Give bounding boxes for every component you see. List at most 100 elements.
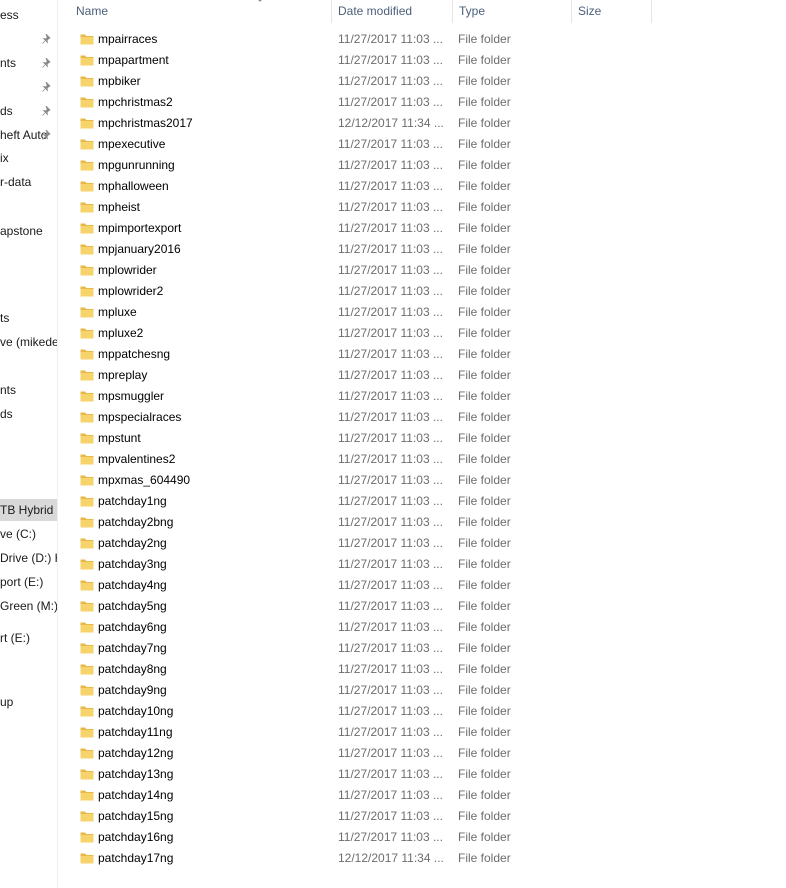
file-row[interactable]: patchday2ng 11/27/2017 11:03 ... File fold…	[58, 533, 786, 554]
file-row[interactable]: patchday10ng 11/27/2017 11:03 ... File fol…	[58, 701, 786, 722]
file-row[interactable]: mphalloween 11/27/2017 11:03 ... File fold…	[58, 176, 786, 197]
file-date-modified: 11/27/2017 11:03 ...	[338, 347, 443, 361]
file-name: mpxmas_604490	[98, 473, 191, 487]
folder-icon	[80, 727, 94, 738]
nav-item[interactable]: Drive (D:) H	[0, 547, 57, 569]
nav-item[interactable]: ds	[0, 100, 57, 122]
pin-icon[interactable]	[41, 33, 53, 45]
folder-icon	[80, 286, 94, 297]
file-name: patchday1ng	[98, 494, 167, 508]
file-type: File folder	[458, 809, 511, 823]
file-row[interactable]: mpapartment 11/27/2017 11:03 ... File fold…	[58, 50, 786, 71]
nav-item[interactable]: rt (E:)	[0, 627, 57, 649]
file-row[interactable]: mpchristmas2017 12/12/2017 11:34 ... File …	[58, 113, 786, 134]
file-row[interactable]: mppatchesng 11/27/2017 11:03 ... File fold…	[58, 344, 786, 365]
file-date-modified: 11/27/2017 11:03 ...	[338, 452, 443, 466]
file-row[interactable]: mpstunt 11/27/2017 11:03 ... File folder	[58, 428, 786, 449]
file-date-modified: 11/27/2017 11:03 ...	[338, 536, 443, 550]
nav-item[interactable]: nts	[0, 379, 57, 401]
nav-item[interactable]: nts	[0, 52, 57, 74]
file-row[interactable]: patchday12ng 11/27/2017 11:03 ... File fol…	[58, 743, 786, 764]
file-row[interactable]: mpluxe2 11/27/2017 11:03 ... File folder	[58, 323, 786, 344]
file-type: File folder	[458, 158, 511, 172]
file-row[interactable]: patchday15ng 11/27/2017 11:03 ... File fol…	[58, 806, 786, 827]
folder-icon	[80, 769, 94, 780]
file-row[interactable]: patchday17ng 12/12/2017 11:34 ... File fol…	[58, 848, 786, 869]
folder-icon	[80, 664, 94, 675]
file-type: File folder	[458, 620, 511, 634]
file-row[interactable]: patchday7ng 11/27/2017 11:03 ... File fold…	[58, 638, 786, 659]
nav-item[interactable]: Green (M:)	[0, 595, 57, 617]
file-row[interactable]: mplowrider2 11/27/2017 11:03 ... File fold…	[58, 281, 786, 302]
column-type-header[interactable]: Type	[453, 0, 571, 23]
file-row[interactable]: patchday14ng 11/27/2017 11:03 ... File fol…	[58, 785, 786, 806]
file-date-modified: 11/27/2017 11:03 ...	[338, 830, 443, 844]
column-size-header[interactable]: Size	[572, 0, 652, 23]
nav-item[interactable]: ve (mikede	[0, 331, 57, 353]
file-row[interactable]: mpairraces 11/27/2017 11:03 ... File folde…	[58, 29, 786, 50]
pin-icon[interactable]	[41, 129, 53, 141]
navigation-pane[interactable]: ess nts ds heft Auto ix r-data apstone ts ve (mi…	[0, 0, 57, 888]
file-row[interactable]: mpheist 11/27/2017 11:03 ... File folder	[58, 197, 786, 218]
file-row[interactable]: mpluxe 11/27/2017 11:03 ... File folder	[58, 302, 786, 323]
file-row[interactable]: mpimportexport 11/27/2017 11:03 ... File f…	[58, 218, 786, 239]
file-type: File folder	[458, 767, 511, 781]
file-row[interactable]: mpsmuggler 11/27/2017 11:03 ... File folde…	[58, 386, 786, 407]
file-row[interactable]: mpjanuary2016 11/27/2017 11:03 ... File fo…	[58, 239, 786, 260]
file-row[interactable]: mpvalentines2 11/27/2017 11:03 ... File fo…	[58, 449, 786, 470]
file-row[interactable]: mpxmas_604490 11/27/2017 11:03 ... File fo…	[58, 470, 786, 491]
nav-item[interactable]: ix	[0, 147, 57, 169]
folder-icon	[80, 118, 94, 129]
file-name: patchday17ng	[98, 851, 174, 865]
file-row[interactable]: patchday1ng 11/27/2017 11:03 ... File fold…	[58, 491, 786, 512]
file-row[interactable]: patchday4ng 11/27/2017 11:03 ... File fold…	[58, 575, 786, 596]
nav-item[interactable]: port (E:)	[0, 571, 57, 593]
file-row[interactable]: mpexecutive 11/27/2017 11:03 ... File fold…	[58, 134, 786, 155]
column-separator[interactable]	[651, 0, 652, 23]
nav-item[interactable]: ve (C:)	[0, 523, 57, 545]
nav-item[interactable]: r-data	[0, 171, 57, 193]
nav-item[interactable]: ess	[0, 4, 57, 26]
file-row[interactable]: patchday5ng 11/27/2017 11:03 ... File fold…	[58, 596, 786, 617]
nav-item-label: port (E:)	[0, 575, 44, 589]
folder-icon	[80, 685, 94, 696]
nav-item[interactable]: apstone	[0, 220, 57, 242]
file-row[interactable]: patchday9ng 11/27/2017 11:03 ... File fold…	[58, 680, 786, 701]
file-row[interactable]: mplowrider 11/27/2017 11:03 ... File folde…	[58, 260, 786, 281]
file-name: mpimportexport	[98, 221, 182, 235]
file-row[interactable]: mpspecialraces 11/27/2017 11:03 ... File f…	[58, 407, 786, 428]
file-date-modified: 11/27/2017 11:03 ...	[338, 788, 443, 802]
file-date-modified: 11/27/2017 11:03 ...	[338, 578, 443, 592]
file-row[interactable]: patchday2bng 11/27/2017 11:03 ... File fol…	[58, 512, 786, 533]
nav-item[interactable]	[0, 76, 57, 98]
file-row[interactable]: patchday6ng 11/27/2017 11:03 ... File fold…	[58, 617, 786, 638]
nav-item[interactable]: heft Auto	[0, 124, 57, 146]
file-date-modified: 11/27/2017 11:03 ...	[338, 53, 443, 67]
file-row[interactable]: patchday11ng 11/27/2017 11:03 ... File fol…	[58, 722, 786, 743]
file-row[interactable]: mpgunrunning 11/27/2017 11:03 ... File fol…	[58, 155, 786, 176]
file-row[interactable]: patchday13ng 11/27/2017 11:03 ... File fol…	[58, 764, 786, 785]
folder-icon	[80, 244, 94, 255]
file-row[interactable]: mpbiker 11/27/2017 11:03 ... File folder	[58, 71, 786, 92]
file-row[interactable]: patchday3ng 11/27/2017 11:03 ... File fold…	[58, 554, 786, 575]
column-date-header[interactable]: Date modified	[332, 0, 452, 23]
file-type: File folder	[458, 347, 511, 361]
folder-icon	[80, 601, 94, 612]
file-date-modified: 11/27/2017 11:03 ...	[338, 242, 443, 256]
column-name-header[interactable]: Name	[70, 0, 330, 23]
nav-item[interactable]: up	[0, 691, 57, 713]
nav-item[interactable]: ds	[0, 403, 57, 425]
nav-item[interactable]	[0, 28, 57, 50]
pin-icon[interactable]	[41, 105, 53, 117]
file-row[interactable]: patchday16ng 11/27/2017 11:03 ... File fol…	[58, 827, 786, 848]
file-row[interactable]: patchday8ng 11/27/2017 11:03 ... File fold…	[58, 659, 786, 680]
folder-icon	[80, 139, 94, 150]
nav-item[interactable]: TB Hybrid	[0, 499, 57, 521]
file-row[interactable]: mpchristmas2 11/27/2017 11:03 ... File fol…	[58, 92, 786, 113]
folder-icon	[80, 76, 94, 87]
pin-icon[interactable]	[41, 81, 53, 93]
file-name: mpluxe	[98, 305, 137, 319]
nav-item[interactable]: ts	[0, 307, 57, 329]
file-row[interactable]: mpreplay 11/27/2017 11:03 ... File folder	[58, 365, 786, 386]
pin-icon[interactable]	[41, 57, 53, 69]
